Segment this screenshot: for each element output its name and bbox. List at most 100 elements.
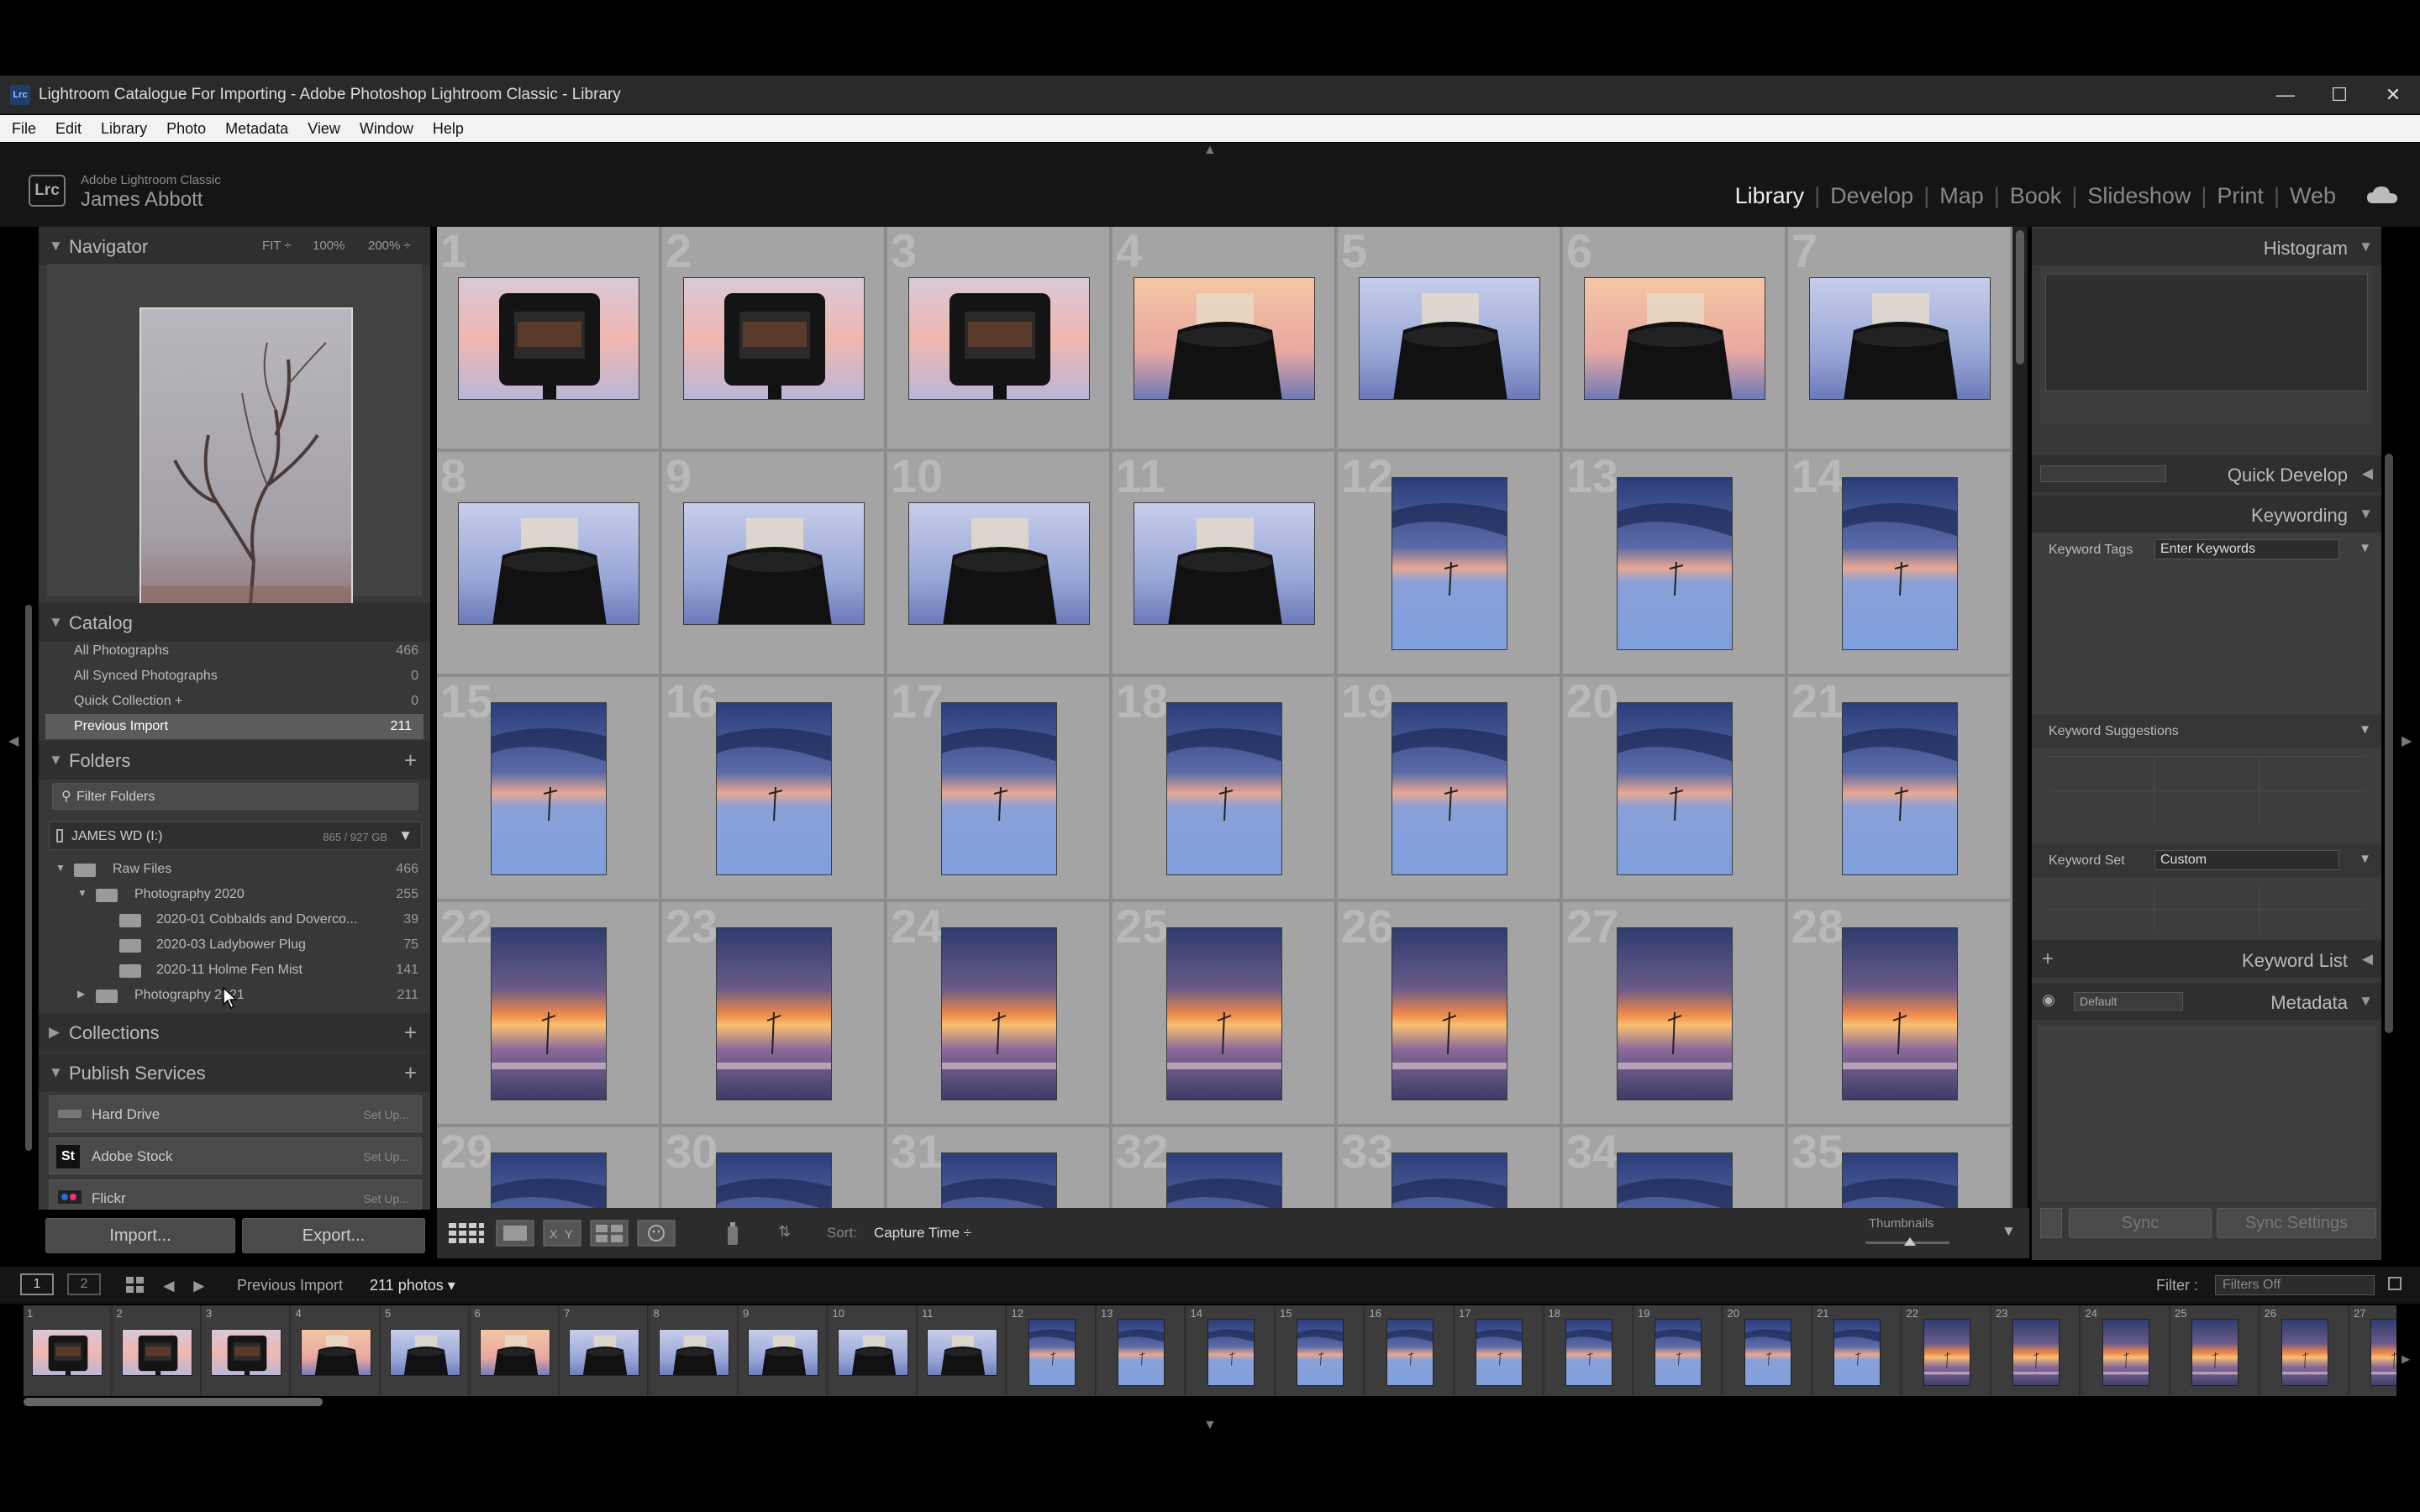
folder-photography-2020[interactable]: ▼ Photography 2020 255	[39, 882, 430, 907]
secondary-screen-button[interactable]: 2	[67, 1273, 101, 1295]
grid-cell[interactable]: 30	[662, 1127, 886, 1208]
maximize-button[interactable]: ☐	[2314, 79, 2365, 111]
module-library[interactable]: Library	[1735, 183, 1805, 209]
filmstrip-cell[interactable]: 19	[1634, 1305, 1722, 1396]
filmstrip-thumbnail[interactable]	[479, 1329, 550, 1376]
photo-thumbnail[interactable]	[1617, 477, 1733, 650]
setup-link[interactable]: Set Up...	[364, 1108, 409, 1121]
filmstrip-cell[interactable]: 3	[203, 1305, 290, 1396]
grid-cell[interactable]: 29	[437, 1127, 660, 1208]
photo-thumbnail[interactable]	[491, 1152, 607, 1208]
forward-arrow-icon[interactable]: ►	[190, 1275, 208, 1297]
filmstrip-cell[interactable]: 18	[1544, 1305, 1633, 1396]
photo-thumbnail[interactable]	[941, 927, 1057, 1100]
filmstrip-source[interactable]: Previous Import	[237, 1277, 343, 1294]
menu-library[interactable]: Library	[89, 115, 155, 138]
filmstrip-thumbnail[interactable]	[390, 1329, 460, 1376]
filmstrip-thumbnail[interactable]	[1476, 1319, 1523, 1386]
photo-thumbnail[interactable]	[1134, 277, 1315, 400]
photo-thumbnail[interactable]	[1392, 477, 1507, 650]
filmstrip-thumbnail[interactable]	[2102, 1319, 2149, 1386]
filmstrip-cell[interactable]: 7	[560, 1305, 648, 1396]
grid-icon[interactable]	[126, 1277, 145, 1294]
catalog-header[interactable]: ▼ Catalog	[39, 603, 430, 642]
filmstrip-cell[interactable]: 2	[113, 1305, 201, 1396]
close-button[interactable]: ✕	[2368, 79, 2418, 111]
grid-cell[interactable]: 16	[662, 677, 886, 900]
grid-cell[interactable]: 27	[1563, 902, 1786, 1126]
menu-help[interactable]: Help	[421, 115, 471, 138]
publish-adobe-stock[interactable]: St Adobe Stock Set Up...	[49, 1137, 422, 1174]
menu-file[interactable]: File	[0, 115, 44, 138]
photo-thumbnail[interactable]	[1392, 1152, 1507, 1208]
filmstrip-thumbnail[interactable]	[2370, 1319, 2396, 1386]
grid-cell[interactable]: 22	[437, 902, 660, 1126]
people-view-icon[interactable]	[637, 1220, 676, 1247]
sync-toggle-icon[interactable]	[2040, 1208, 2062, 1238]
filmstrip-cell[interactable]: 17	[1455, 1305, 1543, 1396]
grid-cell[interactable]: 33	[1338, 1127, 1561, 1208]
catalog-item-all-photographs[interactable]: All Photographs 466	[39, 638, 430, 664]
photo-thumbnail[interactable]	[908, 277, 1090, 400]
grid-cell[interactable]: 5	[1338, 227, 1561, 450]
photo-thumbnail[interactable]	[908, 502, 1090, 625]
photo-thumbnail[interactable]	[1359, 277, 1540, 400]
menu-photo[interactable]: Photo	[155, 115, 213, 138]
filter-folders-input[interactable]: ⚲ Filter Folders	[52, 783, 418, 810]
filmstrip-thumbnail[interactable]	[2191, 1319, 2238, 1386]
keyword-suggestions-header[interactable]: Keyword Suggestions ▼	[2032, 714, 2381, 748]
navigator-preview-image[interactable]	[139, 307, 353, 627]
keyword-suggestions-collapse-icon[interactable]: ▼	[2359, 722, 2371, 737]
grid-cell[interactable]: 32	[1113, 1127, 1336, 1208]
photo-thumbnail[interactable]	[491, 702, 607, 875]
photo-thumbnail[interactable]	[1842, 927, 1958, 1100]
filmstrip-cell[interactable]: 23	[1992, 1305, 2080, 1396]
eye-icon[interactable]: ◉	[2042, 991, 2055, 1009]
metadata-collapse-icon[interactable]: ▼	[2359, 993, 2373, 1010]
filmstrip-thumbnail[interactable]	[1386, 1319, 1434, 1386]
photo-thumbnail[interactable]	[1392, 927, 1507, 1100]
photo-thumbnail[interactable]	[1166, 702, 1282, 875]
publish-hard-drive[interactable]: Hard Drive Set Up...	[49, 1095, 422, 1132]
grid-cell[interactable]: 24	[887, 902, 1111, 1126]
catalog-collapse-icon[interactable]: ▼	[49, 614, 63, 631]
keyword-set-menu-icon[interactable]: ▼	[2359, 852, 2371, 866]
filmstrip-cell[interactable]: 8	[650, 1305, 738, 1396]
photo-thumbnail[interactable]	[1392, 702, 1507, 875]
photo-thumbnail[interactable]	[1617, 927, 1733, 1100]
filmstrip-thumbnail[interactable]	[1923, 1319, 1970, 1386]
photo-thumbnail[interactable]	[716, 702, 832, 875]
grid-view-icon[interactable]	[447, 1220, 486, 1247]
photo-thumbnail[interactable]	[458, 502, 639, 625]
grid-cell[interactable]: 6	[1563, 227, 1786, 450]
grid-cell[interactable]: 9	[662, 452, 886, 675]
filmstrip-cell[interactable]: 26	[2260, 1305, 2349, 1396]
filmstrip-cell[interactable]: 10	[829, 1305, 917, 1396]
filmstrip-cell[interactable]: 21	[1813, 1305, 1901, 1396]
grid-cell[interactable]: 14	[1788, 452, 2012, 675]
photo-thumbnail[interactable]	[1617, 702, 1733, 875]
menu-edit[interactable]: Edit	[44, 115, 89, 138]
grid-cell[interactable]: 4	[1113, 227, 1336, 450]
grid-cell[interactable]: 34	[1563, 1127, 1786, 1208]
filmstrip-thumbnail[interactable]	[32, 1329, 103, 1376]
grid-cell[interactable]: 8	[437, 452, 660, 675]
filmstrip-cell[interactable]: 27	[2350, 1305, 2396, 1396]
sort-direction-icon[interactable]: ⇅	[778, 1223, 791, 1241]
photo-thumbnail[interactable]	[716, 927, 832, 1100]
compare-view-icon[interactable]: XY	[543, 1220, 581, 1247]
add-folder-icon[interactable]: +	[404, 748, 417, 774]
left-panel-toggle-icon[interactable]: ◀	[8, 732, 18, 749]
painter-spray-can-icon[interactable]	[723, 1220, 743, 1247]
navigator-header[interactable]: ▼ Navigator FIT ÷ 100% 200% ÷	[39, 227, 430, 265]
filter-lock-icon[interactable]	[2388, 1277, 2402, 1290]
module-develop[interactable]: Develop	[1830, 183, 1913, 209]
filmstrip-cell[interactable]: 11	[918, 1305, 1006, 1396]
grid-cell[interactable]: 13	[1563, 452, 1786, 675]
grid-cell[interactable]: 35	[1788, 1127, 2012, 1208]
sync-button[interactable]: Sync	[2069, 1208, 2212, 1238]
filmstrip-thumbnail[interactable]	[1744, 1319, 1791, 1386]
filmstrip-cell[interactable]: 24	[2081, 1305, 2170, 1396]
keyword-list-expand-icon[interactable]: ◀	[2362, 951, 2373, 968]
module-web[interactable]: Web	[2290, 183, 2336, 209]
